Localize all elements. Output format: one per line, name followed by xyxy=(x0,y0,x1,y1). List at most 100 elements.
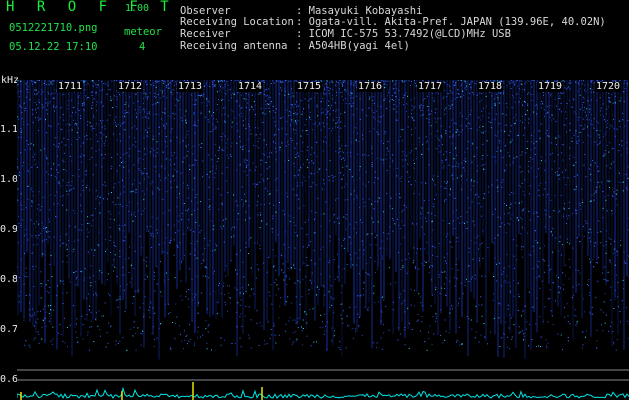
noise-band xyxy=(503,80,505,358)
noise-speck xyxy=(48,218,50,220)
noise-speck xyxy=(421,207,423,209)
noise-speck xyxy=(217,121,218,123)
noise-speck xyxy=(460,175,462,177)
noise-speck xyxy=(35,82,37,84)
noise-speck xyxy=(486,154,488,156)
noise-speck xyxy=(497,234,499,236)
noise-speck xyxy=(208,121,210,123)
noise-speck xyxy=(548,135,550,137)
noise-speck xyxy=(585,220,587,222)
noise-speck xyxy=(577,225,579,227)
noise-speck xyxy=(169,115,171,117)
noise-speck xyxy=(293,165,295,167)
noise-speck xyxy=(258,345,260,346)
noise-speck xyxy=(592,259,594,261)
noise-speck xyxy=(146,84,148,86)
noise-speck xyxy=(38,119,39,121)
noise-speck xyxy=(271,303,273,305)
noise-speck xyxy=(213,80,215,82)
noise-speck xyxy=(252,288,254,290)
noise-speck xyxy=(146,188,148,190)
noise-speck xyxy=(613,118,614,120)
noise-speck xyxy=(454,84,456,86)
noise-speck xyxy=(20,131,22,133)
noise-speck xyxy=(510,204,512,206)
noise-speck xyxy=(153,278,155,280)
noise-speck xyxy=(431,245,433,247)
noise-speck xyxy=(456,258,457,260)
noise-speck xyxy=(143,137,145,138)
noise-speck xyxy=(258,147,260,149)
noise-band xyxy=(578,80,580,237)
noise-speck xyxy=(415,180,416,182)
noise-speck xyxy=(159,89,161,91)
noise-speck xyxy=(162,90,164,92)
noise-speck xyxy=(209,205,211,207)
noise-speck xyxy=(546,345,548,347)
noise-speck xyxy=(94,98,95,100)
noise-speck xyxy=(355,195,357,197)
noise-speck xyxy=(153,113,155,115)
noise-speck xyxy=(255,277,257,279)
noise-speck xyxy=(522,103,523,105)
noise-speck xyxy=(25,207,27,209)
noise-speck xyxy=(222,219,224,221)
noise-speck xyxy=(123,230,125,232)
noise-speck xyxy=(368,98,370,100)
noise-speck xyxy=(20,136,22,138)
noise-speck xyxy=(118,182,120,184)
noise-speck xyxy=(449,126,451,128)
noise-speck xyxy=(455,264,457,265)
noise-speck xyxy=(355,306,356,308)
noise-speck xyxy=(273,110,275,112)
noise-speck xyxy=(522,209,524,211)
noise-speck xyxy=(85,170,87,172)
noise-speck xyxy=(17,116,19,118)
noise-speck xyxy=(246,174,248,176)
noise-speck xyxy=(315,212,317,214)
noise-speck xyxy=(62,280,64,282)
noise-speck xyxy=(298,207,300,209)
noise-speck xyxy=(599,141,601,142)
noise-speck xyxy=(597,220,599,222)
noise-speck xyxy=(392,159,393,161)
noise-speck xyxy=(605,314,607,316)
noise-speck xyxy=(257,214,259,216)
noise-speck xyxy=(457,89,459,90)
noise-band xyxy=(251,80,253,275)
noise-speck xyxy=(127,111,129,113)
noise-speck xyxy=(148,117,149,119)
noise-speck xyxy=(156,101,158,103)
noise-speck xyxy=(158,126,160,128)
noise-speck xyxy=(456,278,458,280)
noise-speck xyxy=(444,200,445,202)
noise-speck xyxy=(292,95,294,97)
noise-speck xyxy=(414,97,415,99)
noise-speck xyxy=(150,151,152,153)
noise-speck xyxy=(505,232,507,234)
noise-speck xyxy=(115,116,117,118)
noise-speck xyxy=(165,158,167,160)
noise-speck xyxy=(326,80,328,82)
noise-speck xyxy=(110,99,112,101)
noise-speck xyxy=(93,294,94,296)
noise-speck xyxy=(477,170,478,172)
noise-speck xyxy=(38,342,40,344)
noise-speck xyxy=(31,205,33,207)
noise-speck xyxy=(172,175,174,177)
noise-speck xyxy=(115,124,116,126)
noise-speck xyxy=(310,210,312,212)
noise-speck xyxy=(243,124,245,126)
noise-speck xyxy=(438,276,440,278)
noise-speck xyxy=(326,112,328,114)
noise-speck xyxy=(164,167,166,169)
noise-speck xyxy=(352,105,354,107)
noise-speck xyxy=(142,303,144,304)
noise-speck xyxy=(338,347,340,349)
noise-speck xyxy=(150,183,152,185)
noise-speck xyxy=(97,244,99,246)
noise-speck xyxy=(85,174,87,176)
noise-speck xyxy=(182,140,184,142)
noise-speck xyxy=(454,98,456,100)
noise-speck xyxy=(270,102,272,104)
